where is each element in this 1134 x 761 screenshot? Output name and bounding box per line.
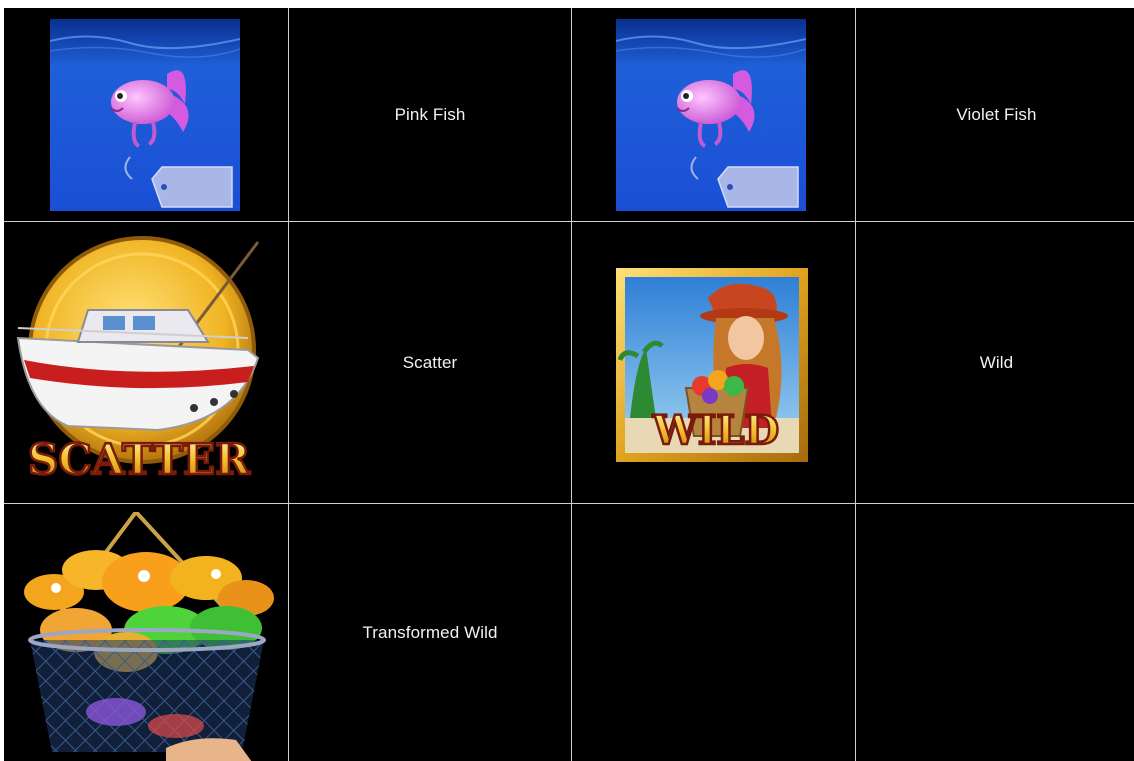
wild-art-text: WILD — [652, 407, 779, 454]
symbol-label: Pink Fish — [394, 104, 466, 124]
symbol-label: Transformed Wild — [362, 622, 498, 642]
paytable-cell-scatter-image: SCATTER — [4, 222, 288, 503]
scatter-boat-symbol-icon: SCATTER — [8, 230, 270, 496]
symbol-label: Violet Fish — [956, 104, 1037, 124]
grid-divider — [4, 503, 1134, 504]
paytable-cell-violet-fish-image — [572, 8, 855, 221]
wild-woman-symbol-icon: WILD — [616, 268, 808, 462]
paytable-cell-scatter-label: Scatter — [289, 222, 571, 503]
symbol-label: Scatter — [402, 352, 458, 372]
grid-divider — [4, 221, 1134, 222]
paytable-cell-transformed-wild-label: Transformed Wild — [289, 504, 571, 761]
fish-basket-symbol-icon — [16, 512, 278, 761]
violet-fish-symbol-icon — [616, 19, 806, 211]
paytable-cell-wild-label: Wild — [856, 222, 1134, 503]
paytable-cell-empty-label — [856, 504, 1134, 761]
paytable-cell-pink-fish-image — [4, 8, 288, 221]
paytable-cell-violet-fish-label: Violet Fish — [856, 8, 1134, 221]
pink-fish-symbol-icon — [50, 19, 240, 211]
grid-divider — [855, 8, 856, 761]
grid-divider — [288, 8, 289, 761]
grid-divider — [571, 8, 572, 761]
symbol-label: Wild — [979, 352, 1014, 372]
paytable-cell-pink-fish-label: Pink Fish — [289, 8, 571, 221]
paytable-grid: Pink Fish Violet Fish SCATTER Scatter WI… — [4, 8, 1134, 761]
scatter-art-text: SCATTER — [28, 435, 251, 484]
paytable-cell-transformed-wild-image — [4, 504, 288, 761]
paytable-cell-empty-image — [572, 504, 855, 761]
paytable-cell-wild-image: WILD — [572, 222, 855, 503]
